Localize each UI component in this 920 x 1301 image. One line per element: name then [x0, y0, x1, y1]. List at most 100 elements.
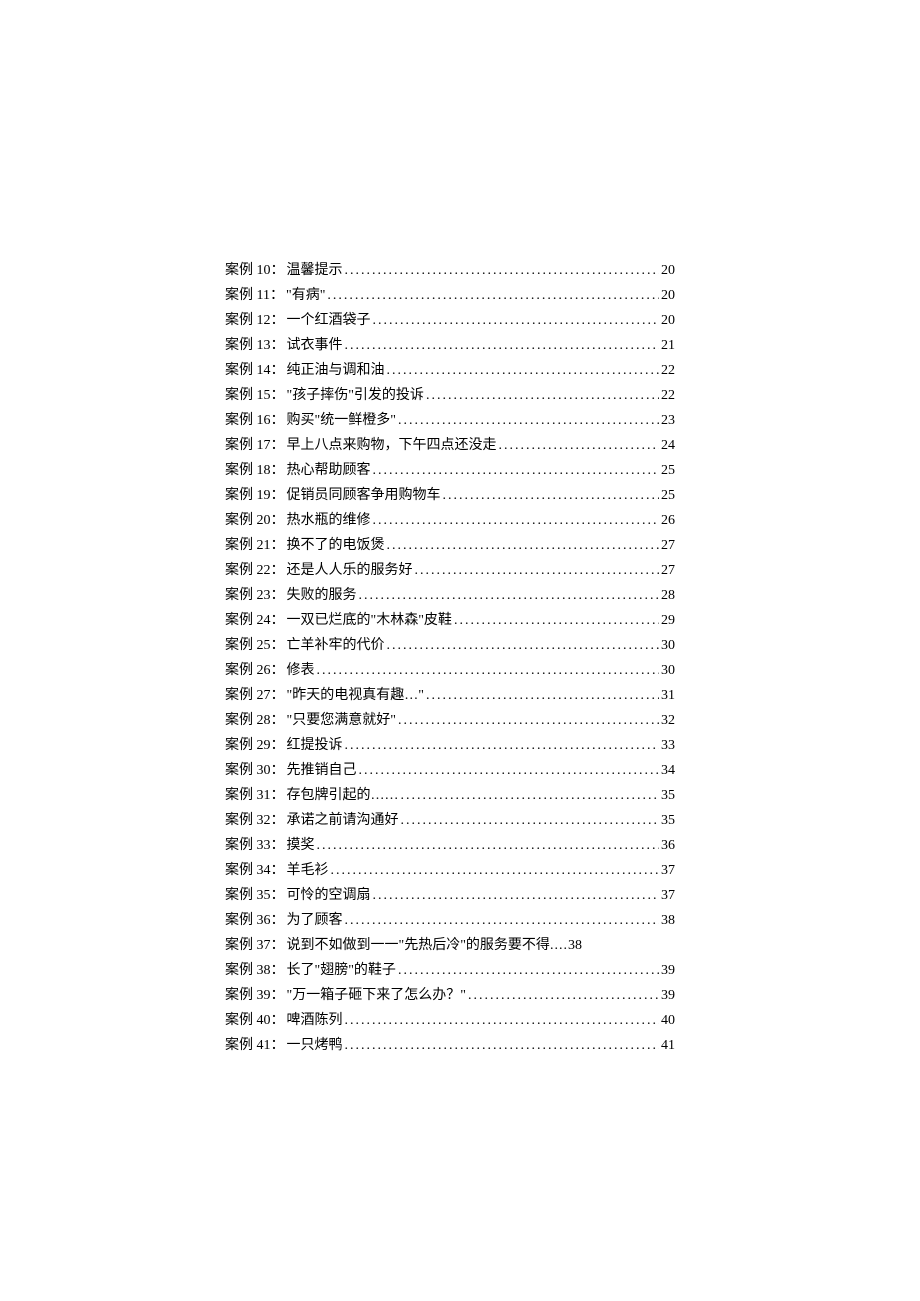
toc-label: 案例 28：	[225, 708, 285, 733]
toc-entry: 案例 36：为了顾客38	[225, 908, 675, 933]
toc-container: 案例 10：温馨提示20案例 11："有病"20案例 12： 一个红酒袋子20案…	[225, 258, 675, 1058]
toc-entry: 案例 29：红提投诉33	[225, 733, 675, 758]
toc-page: 23	[661, 408, 675, 433]
toc-leader	[401, 808, 660, 833]
toc-label: 案例 16：	[225, 408, 285, 433]
toc-title: "万一箱子砸下来了怎么办？"	[287, 983, 466, 1008]
toc-page: 22	[661, 358, 675, 383]
toc-entry: 案例 28： "只要您满意就好" 32	[225, 708, 675, 733]
toc-title: 为了顾客	[287, 908, 343, 933]
toc-title: 购买"统一鲜橙多"	[287, 408, 396, 433]
toc-label: 案例 41：	[225, 1033, 285, 1058]
toc-label: 案例 31：	[225, 783, 285, 808]
toc-label: 案例 21：	[225, 533, 285, 558]
toc-entry: 案例 41： 一只烤鸭41	[225, 1033, 675, 1058]
toc-title: 换不了的电饭煲	[287, 533, 385, 558]
toc-label: 案例 26：	[225, 658, 285, 683]
toc-title: "昨天的电视真有趣…"	[287, 683, 424, 708]
toc-page: 39	[661, 983, 675, 1008]
toc-entry: 案例 14：纯正油与调和油22	[225, 358, 675, 383]
toc-page: 34	[661, 758, 675, 783]
toc-leader	[387, 533, 660, 558]
toc-entry: 案例 21：换不了的电饭煲27	[225, 533, 675, 558]
toc-leader	[327, 283, 659, 308]
toc-leader	[345, 333, 660, 358]
toc-title: "只要您满意就好"	[287, 708, 396, 733]
toc-page: 22	[661, 383, 675, 408]
toc-page: 37	[661, 883, 675, 908]
toc-leader	[398, 408, 659, 433]
toc-entry: 案例 25：亡羊补牢的代价30	[225, 633, 675, 658]
toc-label: 案例 15：	[225, 383, 285, 408]
toc-label: 案例 24：	[225, 608, 285, 633]
toc-entry: 案例 32：承诺之前请沟通好 35	[225, 808, 675, 833]
toc-leader	[373, 883, 660, 908]
toc-label: 案例 14：	[225, 358, 285, 383]
toc-leader	[317, 658, 660, 683]
toc-leader	[454, 608, 659, 633]
toc-page: 20	[661, 258, 675, 283]
toc-title: 试衣事件	[287, 333, 343, 358]
toc-leader	[345, 1008, 660, 1033]
toc-page: 26	[661, 508, 675, 533]
toc-leader	[373, 458, 660, 483]
toc-page: 33	[661, 733, 675, 758]
toc-label: 案例 37：	[225, 933, 285, 958]
toc-title: 承诺之前请沟通好	[287, 808, 399, 833]
toc-title: "孩子摔伤"引发的投诉	[287, 383, 424, 408]
toc-title: 温馨提示	[287, 258, 343, 283]
toc-label: 案例 20：	[225, 508, 285, 533]
toc-title: 摸奖	[287, 833, 315, 858]
toc-entry: 案例 20：热水瓶的维修26	[225, 508, 675, 533]
toc-entry: 案例 13：试衣事件21	[225, 333, 675, 358]
toc-entry: 案例 18：热心帮助顾客25	[225, 458, 675, 483]
toc-page: 20	[661, 308, 675, 333]
toc-entry: 案例 19：促销员同顾客争用购物车25	[225, 483, 675, 508]
toc-title: 羊毛衫	[287, 858, 329, 883]
toc-leader	[317, 833, 660, 858]
toc-label: 案例 27：	[225, 683, 285, 708]
toc-title: 一只烤鸭	[287, 1033, 343, 1058]
toc-page: 31	[661, 683, 675, 708]
toc-leader	[499, 433, 660, 458]
toc-leader	[426, 383, 659, 408]
toc-title: 长了"翅膀"的鞋子	[287, 958, 396, 983]
toc-page: 27	[661, 558, 675, 583]
toc-entry: 案例 16：购买"统一鲜橙多" 23	[225, 408, 675, 433]
toc-title: 一双已烂底的"木林森"皮鞋	[287, 608, 452, 633]
toc-leader	[443, 483, 660, 508]
toc-entry: 案例 17：早上八点来购物，下午四点还没走24	[225, 433, 675, 458]
toc-page: 28	[661, 583, 675, 608]
toc-entry: 案例 31：存包牌引起的……35	[225, 783, 675, 808]
toc-title: 修表	[287, 658, 315, 683]
toc-page: 30	[661, 633, 675, 658]
toc-label: 案例 35：	[225, 883, 285, 908]
toc-label: 案例 19：	[225, 483, 285, 508]
toc-page: 35	[661, 808, 675, 833]
toc-leader	[345, 258, 660, 283]
toc-leader	[331, 858, 660, 883]
toc-leader	[387, 358, 660, 383]
toc-leader	[401, 783, 660, 808]
toc-leader	[359, 583, 660, 608]
toc-title: 一个红酒袋子	[287, 308, 371, 333]
toc-leader	[345, 733, 660, 758]
toc-label: 案例 36：	[225, 908, 285, 933]
toc-entry: 案例 26：修表 30	[225, 658, 675, 683]
toc-title: 啤酒陈列	[287, 1008, 343, 1033]
toc-page: 25	[661, 458, 675, 483]
toc-leader	[387, 633, 660, 658]
toc-label: 案例 32：	[225, 808, 285, 833]
toc-page: 32	[661, 708, 675, 733]
toc-entry: 案例 15： "孩子摔伤"引发的投诉 22	[225, 383, 675, 408]
toc-label: 案例 39：	[225, 983, 285, 1008]
toc-label: 案例 33：	[225, 833, 285, 858]
toc-title: 早上八点来购物，下午四点还没走	[287, 433, 497, 458]
toc-page: 30	[661, 658, 675, 683]
toc-label: 案例 34：	[225, 858, 285, 883]
toc-label: 案例 18：	[225, 458, 285, 483]
toc-leader	[345, 1033, 660, 1058]
toc-entry: 案例 24： 一双已烂底的"木林森"皮鞋29	[225, 608, 675, 633]
toc-entry: 案例 22：还是人人乐的服务好27	[225, 558, 675, 583]
toc-title: 存包牌引起的……	[287, 783, 399, 808]
